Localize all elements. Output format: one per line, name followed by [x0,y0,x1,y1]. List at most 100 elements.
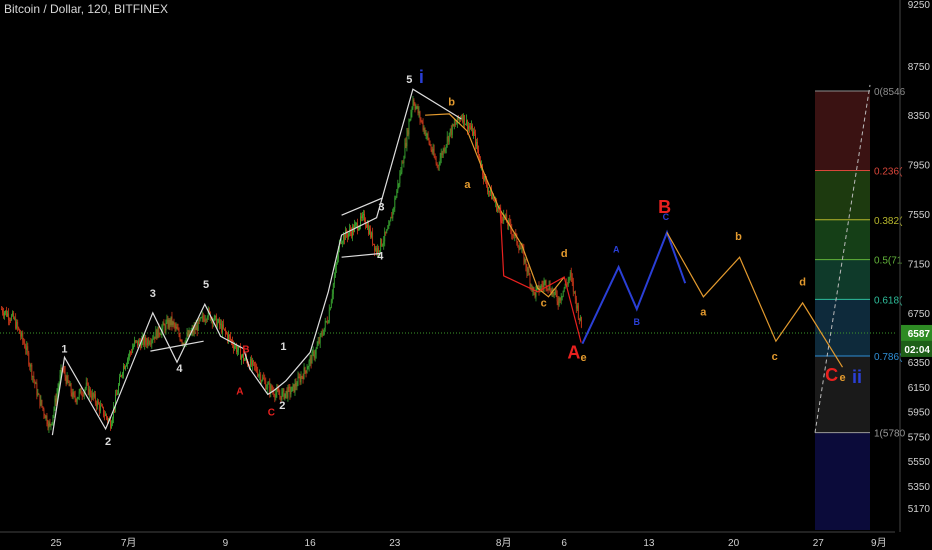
y-tick-label: 7150 [908,259,931,270]
wave-label: b [735,231,742,243]
candle-body [360,216,361,226]
candle-body [226,332,227,334]
candle-body [219,323,221,326]
candle-body [554,290,556,293]
x-tick-label: 16 [305,538,317,549]
candle-body [166,319,168,323]
candle-body [544,280,546,283]
candle-body [336,258,338,263]
wave-label: B [242,344,249,355]
wave-labels: 12345BAC12345 ibacdA eBCABabcdC e ii [61,67,862,448]
candle-body [406,130,408,147]
candle-body [470,127,471,129]
candle-body [431,149,433,153]
candle-body [197,319,199,331]
candle-body [102,406,104,416]
candle-body [16,321,18,329]
candle-body [107,417,108,421]
candle-body [27,346,29,353]
candle-body [395,197,397,199]
candle-body [244,359,245,361]
candle-body [434,156,436,159]
candle-body [399,173,401,184]
candle-body [81,395,83,397]
candle-body [520,248,522,250]
candle-body [300,376,302,383]
wave-label: 4 [377,251,384,263]
candle-body [483,174,484,180]
candle-body [66,375,68,384]
candle-body [123,365,124,374]
candle-body [157,326,159,339]
candle-body [39,394,41,406]
candle-body [18,327,20,330]
candle-body [76,398,78,402]
candle-body [285,390,287,394]
candle-body [373,243,375,245]
wave-label: C [825,365,838,385]
candle-body [159,334,161,336]
candle-body [163,323,165,326]
price-candles [1,96,582,433]
candle-body [542,286,544,288]
candle-body [455,123,457,125]
candle-body [135,340,137,342]
candle-body [43,409,45,415]
wave-line-white [150,340,204,352]
candle-body [46,415,48,425]
candle-body [310,357,312,364]
candle-body [240,347,241,360]
candle-body [318,341,320,343]
candle-body [42,406,44,410]
candle-body [49,422,51,426]
candle-body [34,380,36,384]
candle-body [92,392,94,397]
candle-body [561,296,563,298]
candle-body [2,309,3,313]
y-tick-label: 6150 [908,383,931,394]
candle-body [427,133,429,139]
candle-body [9,319,11,321]
candle-body [502,218,504,221]
candle-body [121,375,122,377]
candle-body [69,383,71,387]
candle-body [104,415,105,417]
candle-body [541,285,543,287]
candle-body [531,284,533,291]
candle-body [453,123,455,126]
candle-body [156,329,158,339]
candle-body [572,281,574,292]
candle-body [419,111,421,120]
candle-body [222,324,224,329]
candle-body [214,315,216,317]
candle-body [122,373,123,376]
y-tick-label: 6350 [908,358,931,369]
candle-body [430,145,432,150]
candle-body [450,128,452,135]
candle-body [153,336,155,340]
candle-body [143,336,145,345]
candle-body [287,386,289,398]
candle-body [446,136,448,145]
candle-body [85,382,87,389]
candle-body [179,334,181,341]
fib-zone [815,259,870,300]
candle-body [275,392,277,398]
candle-body [130,352,132,354]
candle-body [421,120,423,122]
candle-body [271,385,273,391]
candle-body [24,343,26,348]
y-tick-label: 7950 [908,161,931,172]
y-tick-label: 7550 [908,210,931,221]
candle-body [86,382,88,384]
candle-body [302,376,304,380]
candle-body [402,162,404,164]
price-chart[interactable]: 0(8546 0.236(0.382(0.5(71 0.618(0.786(1(57… [0,0,932,550]
candle-body [398,183,400,185]
candle-body [556,294,558,302]
candle-body [474,131,475,134]
candle-body [38,393,40,395]
candle-body [513,234,515,237]
candle-body [368,224,369,235]
candle-body [535,288,537,297]
